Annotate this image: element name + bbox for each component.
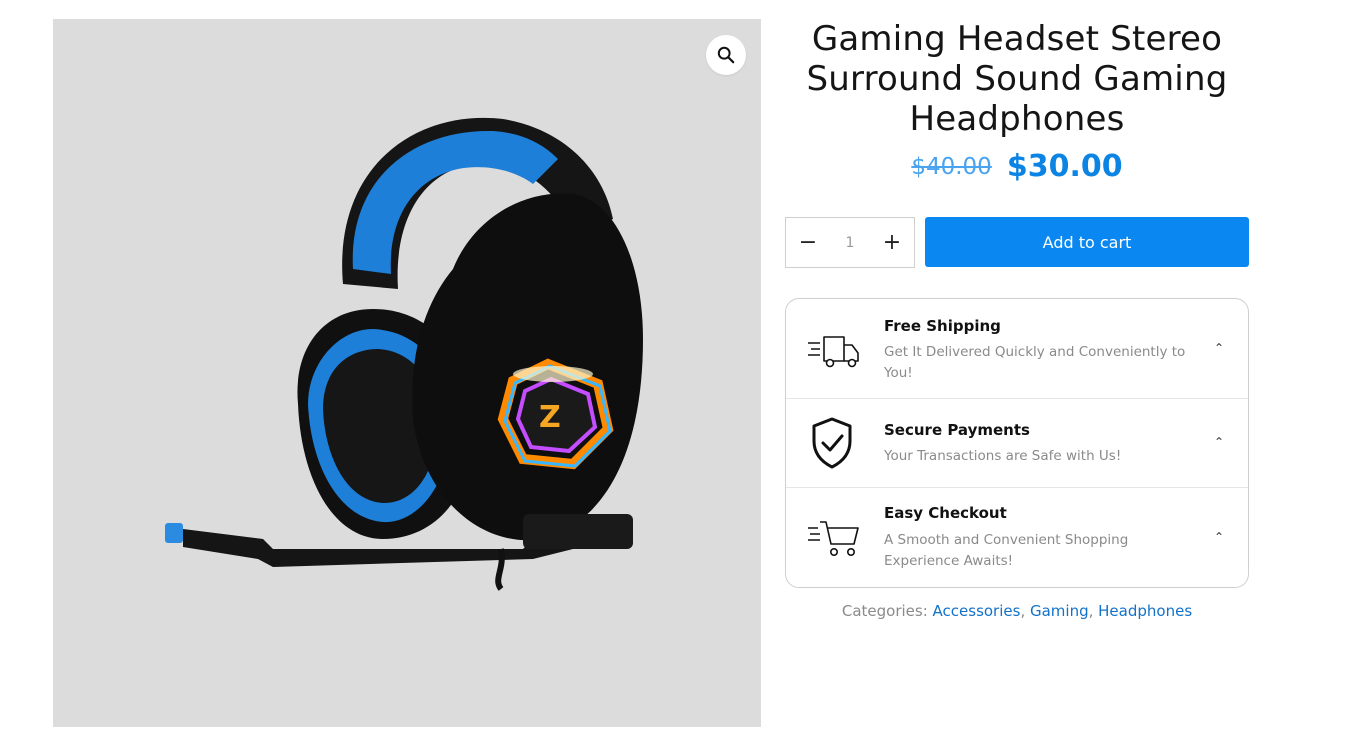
feature-title: Free Shipping <box>884 317 1001 335</box>
magnifier-icon <box>717 46 735 64</box>
quantity-input[interactable]: 1 <box>846 235 855 251</box>
feature-secure-payments[interactable]: Secure Payments Your Transactions are Sa… <box>786 399 1248 488</box>
chevron-up-icon[interactable]: ⌃ <box>1214 435 1224 449</box>
add-to-cart-form: − 1 + Add to cart <box>785 217 1249 268</box>
quantity-stepper: − 1 + <box>785 217 915 268</box>
feature-description: Your Transactions are Safe with Us! <box>884 448 1122 464</box>
add-to-cart-button[interactable]: Add to cart <box>925 217 1249 267</box>
price: $40.00 $30.00 <box>785 149 1249 189</box>
price-current: $30.00 <box>1006 149 1123 184</box>
shield-check-icon <box>812 417 852 469</box>
quantity-increase-button[interactable]: + <box>882 231 902 254</box>
features-accordion: Free Shipping Get It Delivered Quickly a… <box>785 298 1249 588</box>
delivery-truck-icon <box>808 336 859 368</box>
category-link-gaming[interactable]: Gaming <box>1030 602 1089 620</box>
categories-label: Categories: <box>841 602 928 620</box>
product-summary: Gaming Headset Stereo Surround Sound Gam… <box>785 19 1249 620</box>
feature-title: Easy Checkout <box>884 504 1007 522</box>
feature-title: Secure Payments <box>884 421 1030 439</box>
chevron-up-icon[interactable]: ⌃ <box>1214 341 1224 355</box>
zoom-button[interactable] <box>706 35 746 75</box>
feature-description: A Smooth and Convenient Shopping Experie… <box>884 532 1129 569</box>
category-link-accessories[interactable]: Accessories <box>933 602 1021 620</box>
svg-text:Z: Z <box>539 400 561 435</box>
product-gallery: Z <box>53 19 761 727</box>
product-image[interactable]: Z <box>53 19 761 727</box>
product-categories: Categories: Accessories, Gaming, Headpho… <box>841 602 1193 620</box>
category-link-headphones[interactable]: Headphones <box>1098 602 1192 620</box>
feature-description: Get It Delivered Quickly and Convenientl… <box>884 344 1186 381</box>
product-title: Gaming Headset Stereo Surround Sound Gam… <box>806 19 1228 139</box>
feature-free-shipping[interactable]: Free Shipping Get It Delivered Quickly a… <box>786 299 1248 399</box>
price-old: $40.00 <box>911 153 992 180</box>
quantity-decrease-button[interactable]: − <box>798 231 818 254</box>
chevron-up-icon[interactable]: ⌃ <box>1214 530 1224 544</box>
shopping-cart-icon <box>808 521 859 556</box>
feature-easy-checkout[interactable]: Easy Checkout A Smooth and Convenient Sh… <box>786 488 1248 587</box>
